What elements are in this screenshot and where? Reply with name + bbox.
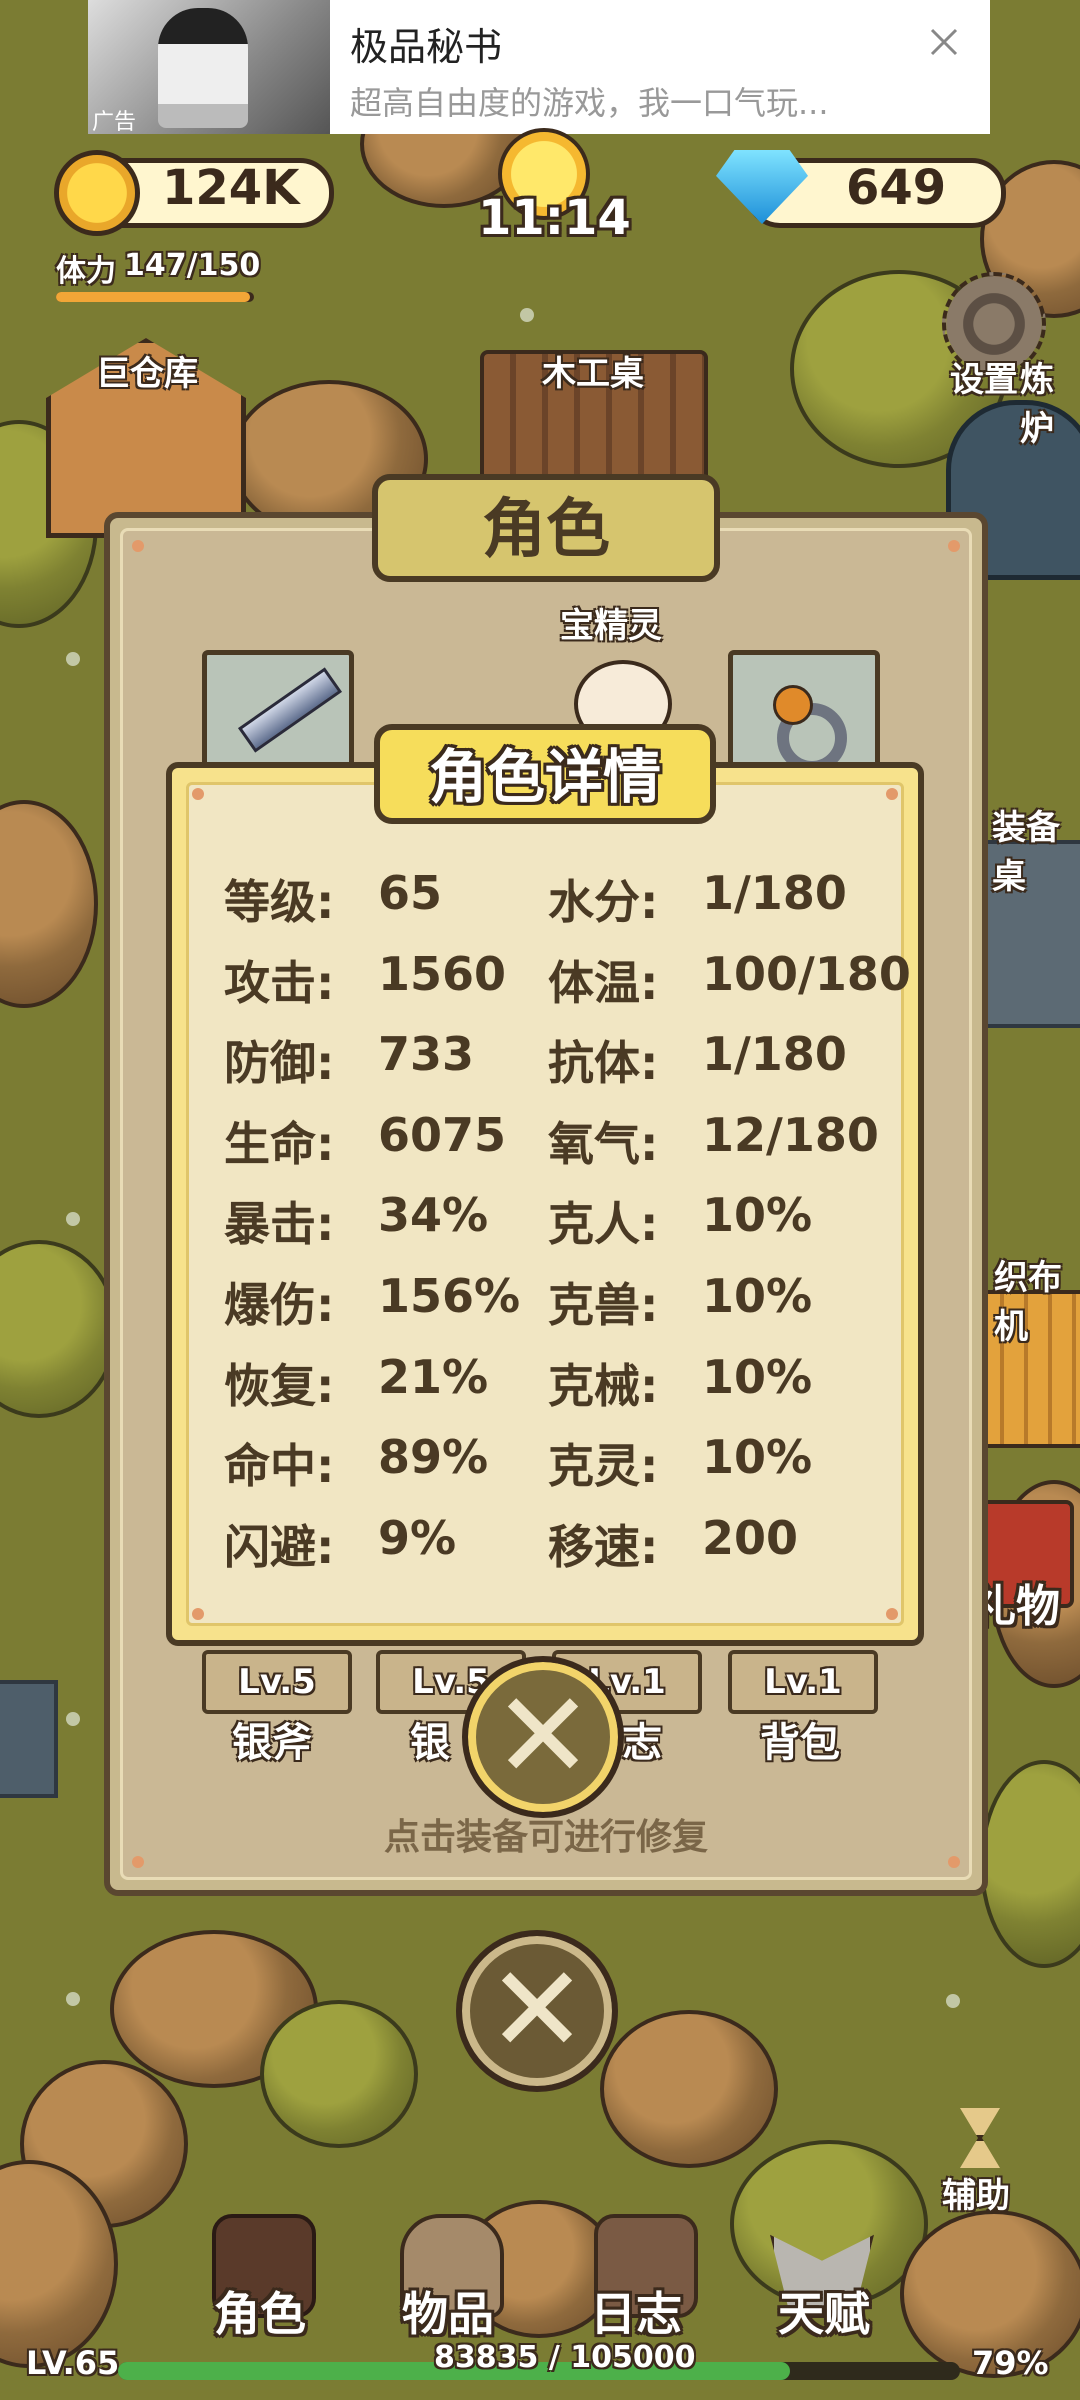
ad-tag: 广告 [92,110,137,135]
stat-value: 10% [702,1430,813,1485]
slot-name-3: 志 [622,1720,662,1766]
role-close-button[interactable]: ✕ [456,1930,618,2092]
stat-label: 生命: [224,1116,335,1171]
left-structure [0,1680,58,1798]
stat-label: 闪避: [224,1519,335,1574]
nav-talent[interactable]: 天赋 [778,2278,870,2344]
sword-icon [237,667,343,753]
stat-value: 65 [378,866,443,920]
stat-label: 体温: [548,955,659,1010]
detail-panel-title: 角色详情 [428,743,661,811]
nav-items[interactable]: 物品 [402,2278,494,2344]
game-clock: 11:14 [478,190,631,246]
slot-name-4: 背包 [760,1720,840,1766]
stat-value: 1560 [378,946,507,1001]
stat-value: 156% [378,1269,521,1323]
crown-coin-icon [54,150,140,236]
stat-value: 733 [378,1027,475,1082]
ad-title[interactable]: 极品秘书 [350,16,502,71]
role-panel-title: 角色 [482,493,610,567]
stamina-label: 体力 [56,254,116,289]
stamina-value: 147/150 [124,248,261,283]
stat-label: 抗体: [548,1036,659,1091]
stat-label: 爆伤: [224,1278,335,1332]
slot-level-1[interactable]: Lv.5 [202,1650,352,1714]
stat-label: 防御: [224,1036,335,1091]
close-icon[interactable] [922,20,966,64]
settings-label[interactable]: 设置 [950,352,1018,401]
stat-value: 9% [378,1510,457,1565]
stat-label: 恢复: [224,1358,335,1413]
stat-value: 89% [378,1430,489,1485]
pet-name-label: 宝精灵 [560,606,662,646]
gem-amount: 649 [846,160,947,216]
workbench-label[interactable]: 木工桌 [542,346,644,395]
stamina-bar-fill [56,292,251,302]
stat-value: 10% [702,1188,813,1243]
ad-banner[interactable]: 广告 极品秘书 超高自由度的游戏，我一口气玩... [88,0,990,135]
stat-label: 命中: [224,1439,335,1494]
stat-label: 氧气: [548,1116,659,1171]
stat-label: 克兽: [548,1278,659,1332]
stat-value: 1/180 [702,866,847,920]
assist-label[interactable]: 辅助 [942,2168,1010,2217]
stat-value: 21% [378,1349,489,1404]
stat-value: 10% [702,1349,813,1404]
stat-label: 攻击: [224,955,335,1010]
slot-name-2: 银 [410,1720,450,1766]
stat-label: 暴击: [224,1197,335,1252]
close-x-icon: ✕ [492,1667,594,1806]
stat-label: 克人: [548,1197,659,1252]
smelter-label[interactable]: 炼炉 [1020,352,1080,450]
close-x-icon: ✕ [486,1941,588,2080]
player-level: LV.65 [26,2344,120,2382]
slot-name-1: 银斧 [232,1720,312,1766]
warehouse-label[interactable]: 巨仓库 [96,346,198,395]
stat-label: 移速: [548,1519,659,1574]
equip-table-label[interactable]: 装备桌 [992,800,1080,898]
loom-label[interactable]: 织布机 [994,1250,1080,1348]
nav-journal[interactable]: 日志 [590,2278,682,2344]
hourglass-icon[interactable] [960,2108,1000,2168]
stat-label: 克械: [548,1358,659,1413]
stat-label: 水分: [548,875,659,929]
ad-thumbnail[interactable]: 广告 [88,0,330,135]
stat-value: 100/180 [702,946,911,1001]
slot-level-4[interactable]: Lv.1 [728,1650,878,1714]
stat-label: 等级: [224,875,335,929]
ad-subtitle[interactable]: 超高自由度的游戏，我一口气玩... [350,78,829,124]
stat-label: 克灵: [548,1439,659,1494]
stamina-bar [56,292,254,302]
ad-image [158,8,248,128]
exp-percent: 79% [972,2344,1049,2382]
stat-value: 34% [378,1188,489,1243]
exp-text: 83835 / 105000 [434,2340,696,2375]
stat-value: 12/180 [702,1107,879,1162]
coin-amount: 124K [162,160,300,216]
stat-value: 1/180 [702,1027,847,1082]
nav-character[interactable]: 角色 [214,2278,306,2344]
gem-stone-icon [773,685,813,725]
stat-value: 10% [702,1269,813,1323]
stat-value: 200 [702,1510,799,1565]
detail-close-button[interactable]: ✕ [462,1656,624,1818]
stat-value: 6075 [378,1107,507,1162]
